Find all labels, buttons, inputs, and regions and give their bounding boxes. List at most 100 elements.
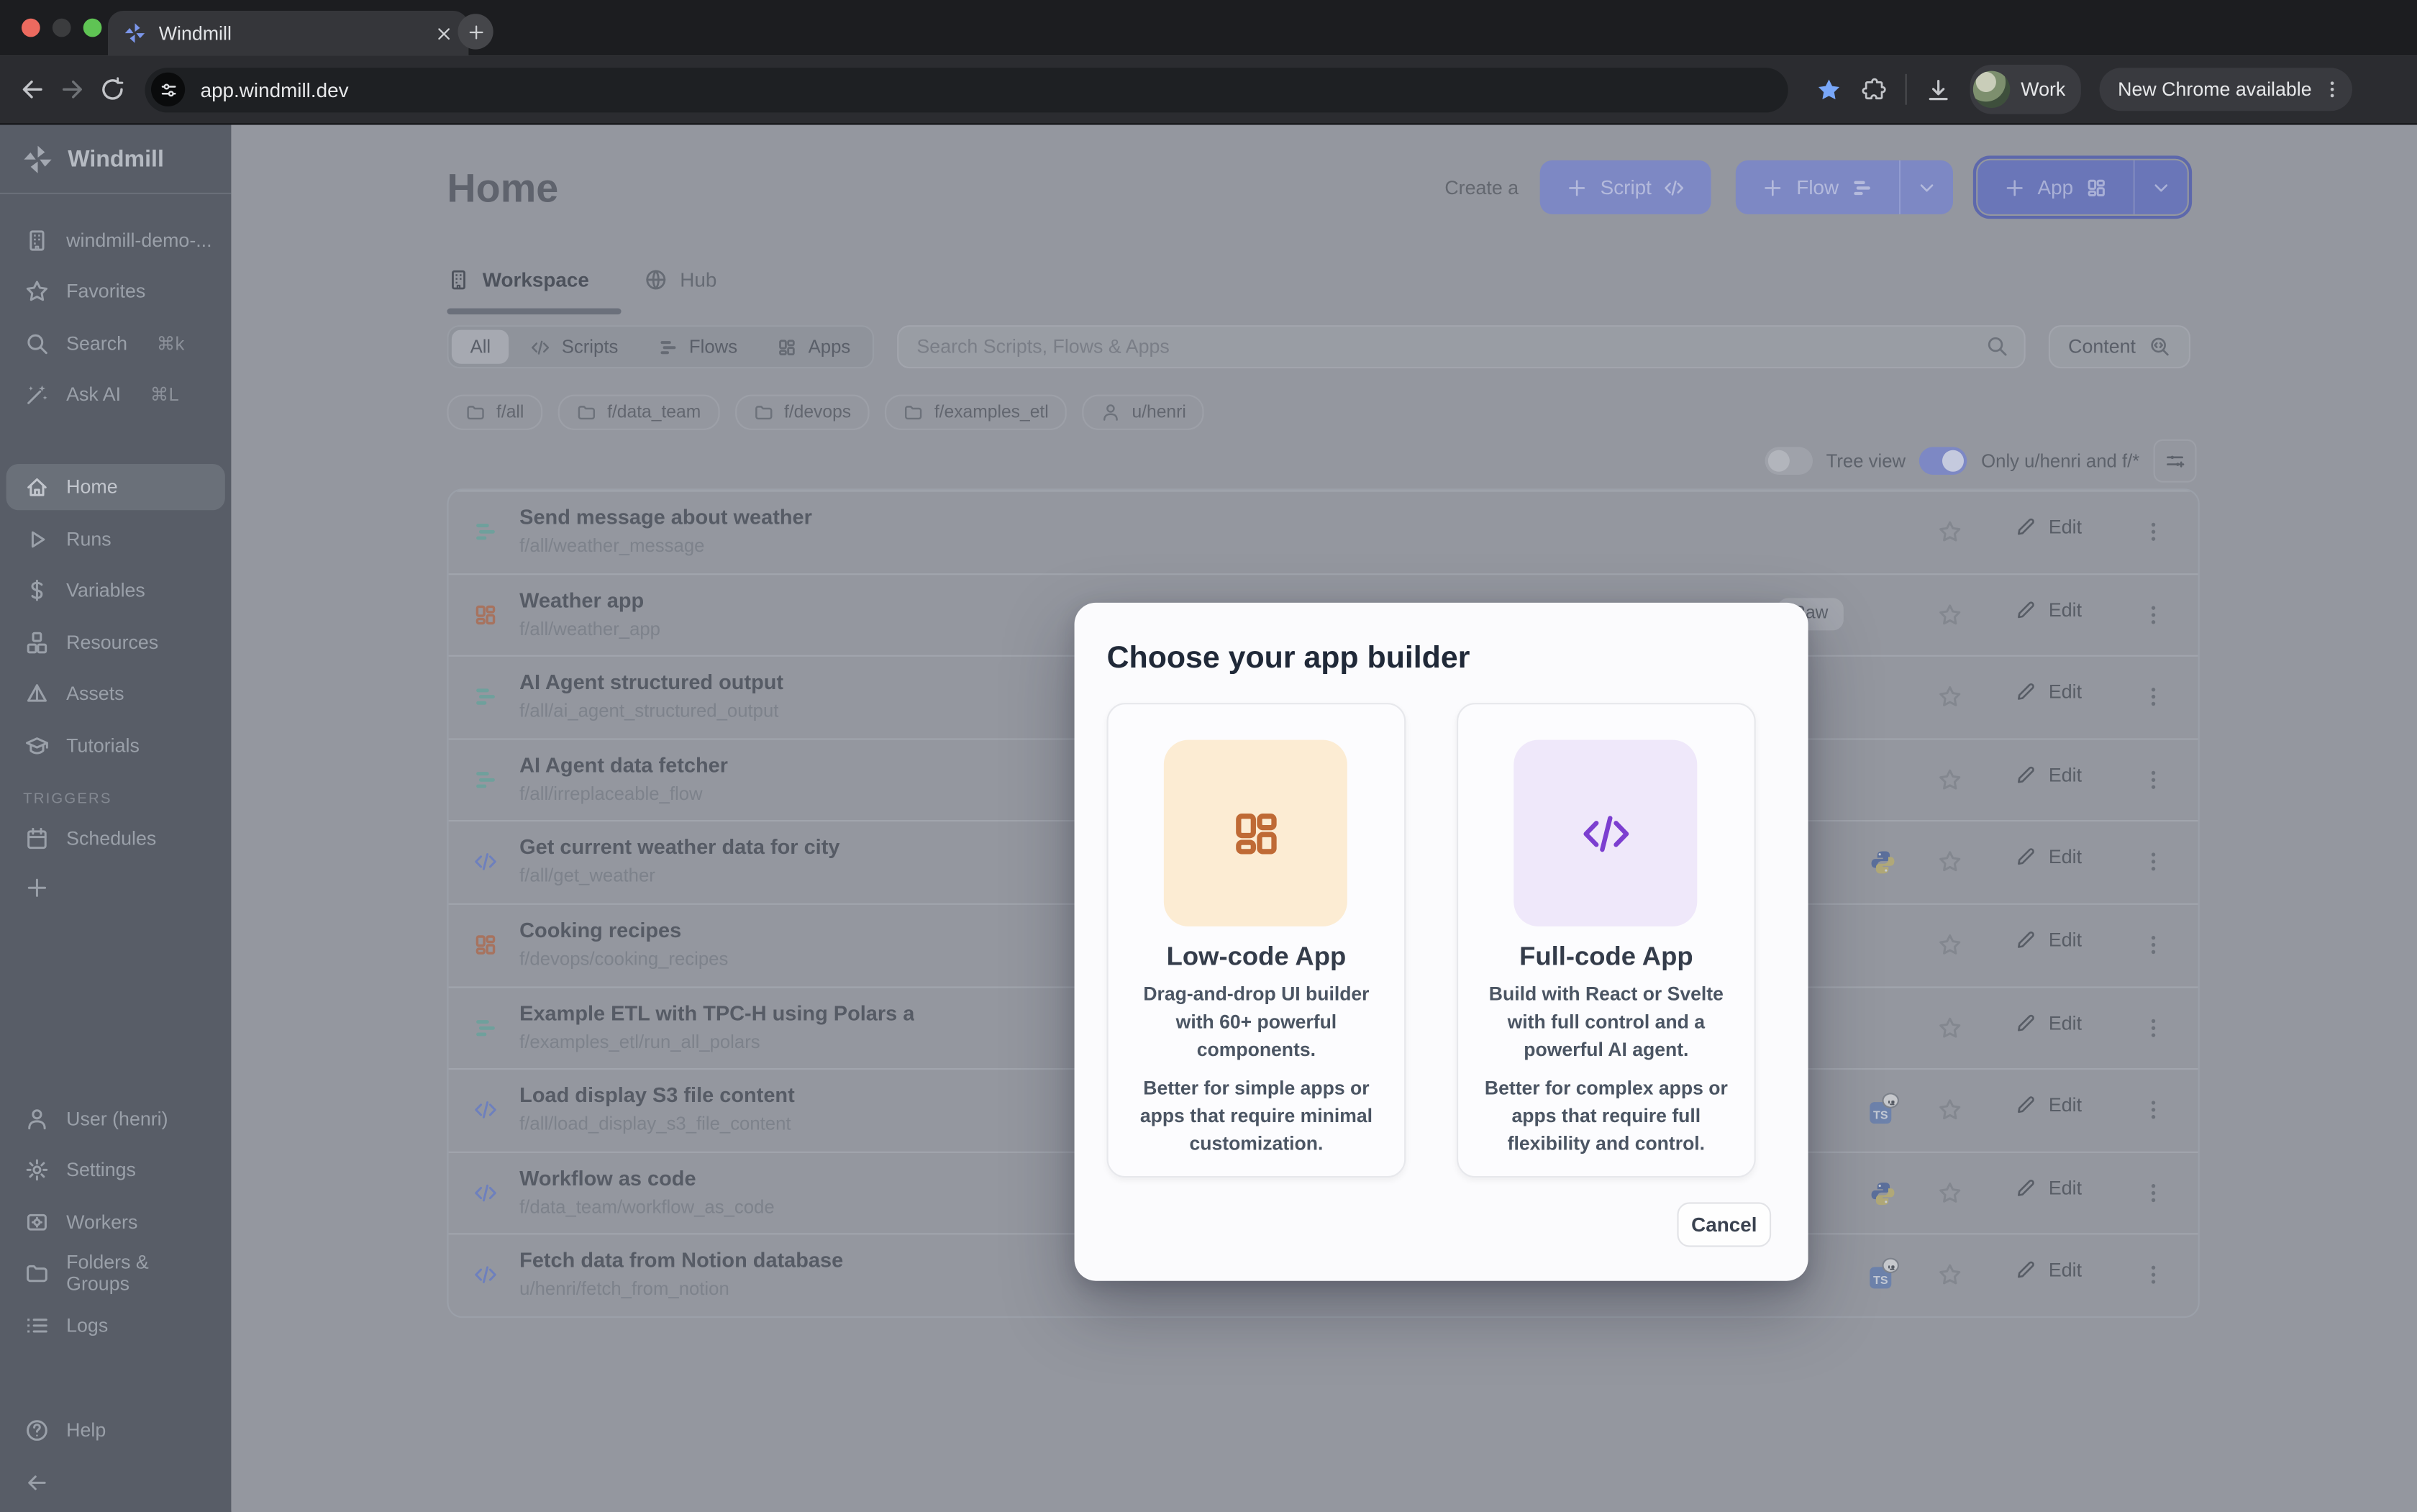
sidebar-nav-item[interactable]: Tutorials <box>6 722 225 768</box>
reload-button[interactable] <box>99 76 127 104</box>
edit-button[interactable]: Edit <box>2015 764 2082 785</box>
row-menu-icon[interactable] <box>2141 1015 2165 1039</box>
extensions-icon[interactable] <box>1860 76 1886 102</box>
sidebar-item[interactable]: Workers <box>0 1196 231 1248</box>
type-filter-segment[interactable]: Scripts <box>512 330 637 364</box>
create-dropdown-button[interactable] <box>1899 160 1953 214</box>
browser-menu-icon[interactable] <box>2321 78 2343 100</box>
folder-chip[interactable]: u/henri <box>1083 395 1205 430</box>
sidebar-nav-item[interactable]: Home <box>6 464 225 510</box>
close-window-button[interactable] <box>22 19 40 37</box>
list-item[interactable]: Send message about weather f/all/weather… <box>449 490 2198 573</box>
row-menu-icon[interactable] <box>2141 519 2165 544</box>
sidebar-item[interactable]: User (henri) <box>0 1093 231 1144</box>
sidebar-item[interactable]: Favorites <box>0 266 231 318</box>
type-filter-segment[interactable]: All <box>452 330 509 364</box>
sidebar-nav-item[interactable]: Runs <box>6 516 225 562</box>
sidebar-item-schedules[interactable]: Schedules <box>0 812 231 864</box>
minimize-window-button[interactable] <box>53 19 71 37</box>
favorite-star-icon[interactable] <box>1938 685 1962 709</box>
folder-icon <box>24 1261 49 1285</box>
row-menu-icon[interactable] <box>2141 1180 2165 1205</box>
view-tab[interactable]: Hub <box>645 268 716 291</box>
tree-view-toggle[interactable] <box>1765 447 1812 475</box>
row-menu-icon[interactable] <box>2141 685 2165 709</box>
sidebar-nav-item[interactable]: Assets <box>6 670 225 716</box>
favorite-star-icon[interactable] <box>1938 850 1962 875</box>
edit-button[interactable]: Edit <box>2015 929 2082 951</box>
sidebar-item[interactable]: Folders & Groups <box>0 1248 231 1300</box>
collapse-sidebar-button[interactable] <box>0 1457 231 1508</box>
create-button[interactable]: Script <box>1540 160 1711 214</box>
new-tab-button[interactable] <box>458 14 493 49</box>
filter-settings-button[interactable] <box>2154 440 2197 483</box>
workspace-selector[interactable]: windmill-demo-... <box>0 214 231 266</box>
content-search-button[interactable]: Content <box>2048 325 2190 368</box>
python-icon <box>1870 1180 1895 1206</box>
favorite-star-icon[interactable] <box>1938 1015 1962 1039</box>
row-menu-icon[interactable] <box>2141 1263 2165 1288</box>
type-filter-segment[interactable]: Apps <box>759 330 869 364</box>
edit-button[interactable]: Edit <box>2015 1178 2082 1199</box>
profile-button[interactable]: Work <box>1970 65 2081 114</box>
row-menu-icon[interactable] <box>2141 602 2165 627</box>
edit-button[interactable]: Edit <box>2015 682 2082 703</box>
row-menu-icon[interactable] <box>2141 932 2165 957</box>
favorite-star-icon[interactable] <box>1938 602 1962 627</box>
app-builder-card[interactable]: Full-code App Build with React or Svelte… <box>1457 703 1756 1178</box>
item-title: AI Agent structured output <box>519 671 783 694</box>
create-button[interactable]: Flow <box>1736 160 1899 214</box>
downloads-icon[interactable] <box>1925 76 1951 102</box>
zoom-window-button[interactable] <box>83 19 102 37</box>
favorite-star-icon[interactable] <box>1938 1180 1962 1205</box>
edit-button[interactable]: Edit <box>2015 599 2082 621</box>
bookmark-star-icon[interactable] <box>1816 76 1842 102</box>
edit-button[interactable]: Edit <box>2015 1012 2082 1034</box>
edit-button[interactable]: Edit <box>2015 847 2082 868</box>
only-owner-toggle[interactable] <box>1919 447 1967 475</box>
search-input[interactable] <box>897 325 2026 368</box>
row-menu-icon[interactable] <box>2141 1098 2165 1122</box>
view-tab[interactable]: Workspace <box>447 268 588 291</box>
cancel-button[interactable]: Cancel <box>1677 1202 1771 1247</box>
create-button[interactable]: App <box>1977 160 2134 214</box>
folder-chip[interactable]: f/devops <box>734 395 869 430</box>
plus-icon <box>2003 176 2025 198</box>
pencil-icon <box>2015 516 2036 538</box>
add-trigger-button[interactable] <box>0 862 231 914</box>
sidebar-item[interactable]: Settings <box>0 1144 231 1196</box>
help-button[interactable]: Help <box>0 1404 231 1456</box>
window-controls[interactable] <box>22 19 101 37</box>
back-button[interactable] <box>19 76 47 104</box>
site-settings-icon[interactable] <box>151 73 185 106</box>
folder-chip[interactable]: f/all <box>447 395 542 430</box>
app-builder-modal: Choose your app builder Low-code App Dra… <box>1075 603 1808 1281</box>
sidebar-nav-item[interactable]: Resources <box>6 619 225 665</box>
favorite-star-icon[interactable] <box>1938 932 1962 957</box>
sidebar-item[interactable]: Logs <box>0 1299 231 1351</box>
edit-button[interactable]: Edit <box>2015 1095 2082 1116</box>
browser-tab[interactable]: Windmill <box>108 11 468 55</box>
favorite-star-icon[interactable] <box>1938 768 1962 792</box>
row-menu-icon[interactable] <box>2141 850 2165 875</box>
folder-chip[interactable]: f/data_team <box>558 395 719 430</box>
folder-chip[interactable]: f/examples_etl <box>885 395 1067 430</box>
tab-close-icon[interactable] <box>434 24 453 42</box>
row-menu-icon[interactable] <box>2141 768 2165 792</box>
sidebar-item[interactable]: Ask AI ⌘L <box>0 369 231 421</box>
chrome-update-button[interactable]: New Chrome available <box>2099 68 2352 111</box>
sidebar-item[interactable]: Search ⌘k <box>0 317 231 369</box>
logs-icon <box>24 1313 49 1337</box>
favorite-star-icon[interactable] <box>1938 1263 1962 1288</box>
edit-button[interactable]: Edit <box>2015 516 2082 538</box>
create-dropdown-button[interactable] <box>2134 160 2188 214</box>
sidebar-nav-item[interactable]: Variables <box>6 568 225 614</box>
favorite-star-icon[interactable] <box>1938 1098 1962 1122</box>
favorite-star-icon[interactable] <box>1938 519 1962 544</box>
address-bar[interactable]: app.windmill.dev <box>145 67 1788 111</box>
type-filter-segment[interactable]: Flows <box>639 330 755 364</box>
forward-button[interactable] <box>58 76 86 104</box>
edit-button[interactable]: Edit <box>2015 1260 2082 1281</box>
bun-ts-icon: TS <box>1870 1098 1895 1124</box>
app-builder-card[interactable]: Low-code App Drag-and-drop UI builder wi… <box>1107 703 1406 1178</box>
